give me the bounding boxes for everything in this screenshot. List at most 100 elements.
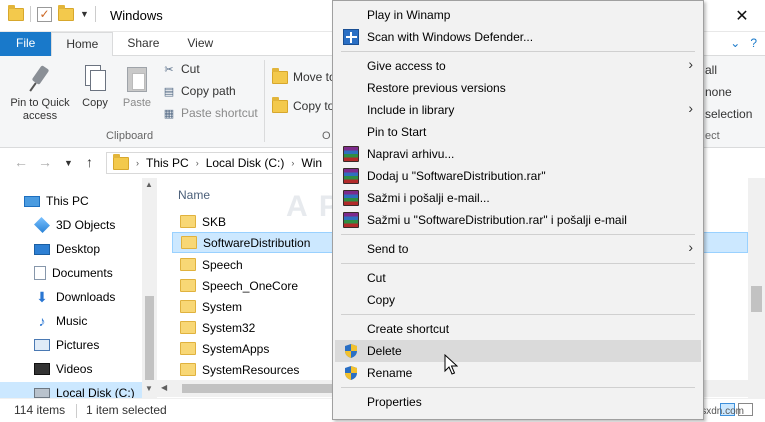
menu-item-rename[interactable]: Rename xyxy=(333,362,703,384)
menu-item-create-archive[interactable]: Napravi arhivu... xyxy=(333,143,703,165)
menu-item-add-to-rar[interactable]: Dodaj u "SoftwareDistribution.rar" xyxy=(333,165,703,187)
cut-label: Cut xyxy=(181,62,200,76)
menu-item-delete[interactable]: Delete xyxy=(335,340,701,362)
pin-label-line1: Pin to Quick xyxy=(10,97,70,109)
nav-item-3d-objects[interactable]: 3D Objects xyxy=(34,214,115,236)
menu-item-properties[interactable]: Properties xyxy=(333,391,703,413)
cut-button[interactable]: ✂ Cut xyxy=(162,62,200,76)
menu-item-restore-versions[interactable]: Restore previous versions xyxy=(333,77,703,99)
tab-view[interactable]: View xyxy=(173,32,227,56)
chevron-right-icon[interactable]: › xyxy=(196,158,199,168)
menu-item-compress-rar-email[interactable]: Sažmi u "SoftwareDistribution.rar" i poš… xyxy=(333,209,703,231)
file-name: Speech xyxy=(202,257,243,272)
select-group-label: ect xyxy=(705,130,720,142)
scrollbar-thumb[interactable] xyxy=(182,384,347,393)
copy-to-button[interactable]: Copy to xyxy=(272,96,334,113)
nav-item-music[interactable]: ♪ Music xyxy=(34,310,88,332)
scrollbar-thumb[interactable] xyxy=(145,296,154,380)
file-row[interactable]: Speech_OneCore xyxy=(172,275,332,296)
videos-icon xyxy=(34,363,50,375)
paste-shortcut-button[interactable]: ▦ Paste shortcut xyxy=(162,106,258,120)
file-row[interactable]: Speech xyxy=(172,254,332,275)
pin-to-quick-access-button[interactable]: Pin to Quick access xyxy=(6,64,74,123)
folder-icon xyxy=(180,321,196,334)
chevron-right-icon[interactable]: › xyxy=(291,158,294,168)
nav-item-documents[interactable]: Documents xyxy=(34,262,113,284)
scroll-left-icon[interactable]: ◀ xyxy=(161,383,167,392)
new-folder-icon[interactable] xyxy=(58,4,74,21)
nav-item-label: Documents xyxy=(52,266,113,280)
menu-item-give-access[interactable]: Give access to › xyxy=(333,55,703,77)
nav-item-downloads[interactable]: ⬇ Downloads xyxy=(34,286,115,308)
tab-file[interactable]: File xyxy=(0,32,52,56)
documents-icon xyxy=(34,266,46,280)
organize-group-label: O xyxy=(322,130,331,142)
paste-button[interactable]: Paste xyxy=(118,64,156,110)
menu-item-cut[interactable]: Cut xyxy=(333,267,703,289)
close-button[interactable]: ✕ xyxy=(719,0,765,32)
forward-arrow-icon[interactable]: → xyxy=(38,154,52,170)
back-arrow-icon[interactable]: ← xyxy=(14,154,28,170)
copy-path-icon: ▤ xyxy=(163,85,175,98)
music-icon: ♪ xyxy=(38,313,46,329)
scrollbar-thumb[interactable] xyxy=(751,286,762,312)
breadcrumb-this-pc[interactable]: This PC xyxy=(146,156,189,170)
select-all-label[interactable]: all xyxy=(705,63,717,77)
nav-item-pictures[interactable]: Pictures xyxy=(34,334,99,356)
move-to-button[interactable]: Move to xyxy=(272,67,336,84)
file-row[interactable]: System32 xyxy=(172,317,332,338)
paste-shortcut-label: Paste shortcut xyxy=(181,106,258,120)
menu-item-compress-email[interactable]: Sažmi i pošalji e-mail... xyxy=(333,187,703,209)
nav-item-label: Desktop xyxy=(56,242,101,256)
help-icon[interactable]: ? xyxy=(750,36,757,50)
tab-share[interactable]: Share xyxy=(113,32,173,56)
menu-item-send-to[interactable]: Send to › xyxy=(333,238,703,260)
scroll-up-icon[interactable]: ▲ xyxy=(145,180,153,189)
nav-pane-scrollbar[interactable]: ▲ ▼ xyxy=(142,178,157,398)
menu-item-include-library[interactable]: Include in library › xyxy=(333,99,703,121)
column-header-name[interactable]: Name xyxy=(178,188,210,202)
copy-path-button[interactable]: ▤ Copy path xyxy=(162,84,236,98)
folder-icon xyxy=(8,4,24,21)
file-row[interactable]: System xyxy=(172,296,332,317)
file-row[interactable]: SystemApps xyxy=(172,338,332,359)
chevron-down-icon[interactable]: ⌄ xyxy=(730,36,740,50)
recent-locations-chevron-icon[interactable]: ▼ xyxy=(64,158,73,168)
file-name: SKB xyxy=(202,214,227,229)
nav-item-videos[interactable]: Videos xyxy=(34,358,92,380)
menu-item-scan-defender[interactable]: Scan with Windows Defender... xyxy=(333,26,703,48)
window-controls: ✕ xyxy=(719,0,765,32)
nav-item-this-pc[interactable]: This PC xyxy=(24,190,89,212)
menu-item-create-shortcut[interactable]: Create shortcut xyxy=(333,318,703,340)
folder-icon xyxy=(180,342,196,355)
paste-shortcut-icon: ▦ xyxy=(163,107,175,120)
move-to-label: Move to xyxy=(293,70,336,84)
invert-selection-label[interactable]: selection xyxy=(705,107,752,121)
copy-button[interactable]: Copy xyxy=(76,64,114,110)
nav-item-label: This PC xyxy=(46,194,89,208)
tab-home[interactable]: Home xyxy=(51,32,114,57)
menu-item-copy[interactable]: Copy xyxy=(333,289,703,311)
nav-item-desktop[interactable]: Desktop xyxy=(34,238,100,260)
menu-item-pin-to-start[interactable]: Pin to Start xyxy=(333,121,703,143)
download-icon: ⬇ xyxy=(36,289,48,305)
breadcrumb-windows[interactable]: Win xyxy=(301,156,322,170)
properties-icon[interactable]: ✓ xyxy=(37,6,52,22)
chevron-right-icon[interactable]: › xyxy=(136,158,139,168)
file-row[interactable]: SystemResources xyxy=(172,359,332,380)
nav-item-label: 3D Objects xyxy=(56,218,116,232)
pin-icon xyxy=(27,64,53,94)
menu-item-play-in-winamp[interactable]: Play in Winamp xyxy=(333,4,703,26)
customize-toolbar-chevron-icon[interactable]: ▼ xyxy=(80,9,89,19)
toolbar-divider xyxy=(30,6,31,22)
folder-icon xyxy=(181,236,197,249)
breadcrumb-local-disk[interactable]: Local Disk (C:) xyxy=(206,156,285,170)
address-bar[interactable]: › This PC › Local Disk (C:) › Win xyxy=(106,152,366,174)
item-count: 114 items xyxy=(14,403,66,417)
select-none-label[interactable]: none xyxy=(705,85,732,99)
up-arrow-icon[interactable]: ↑ xyxy=(86,154,93,170)
toolbar-divider xyxy=(94,6,96,22)
file-row[interactable]: SKB xyxy=(172,211,332,232)
file-list-scrollbar[interactable] xyxy=(748,178,765,398)
scroll-down-icon[interactable]: ▼ xyxy=(145,384,153,393)
